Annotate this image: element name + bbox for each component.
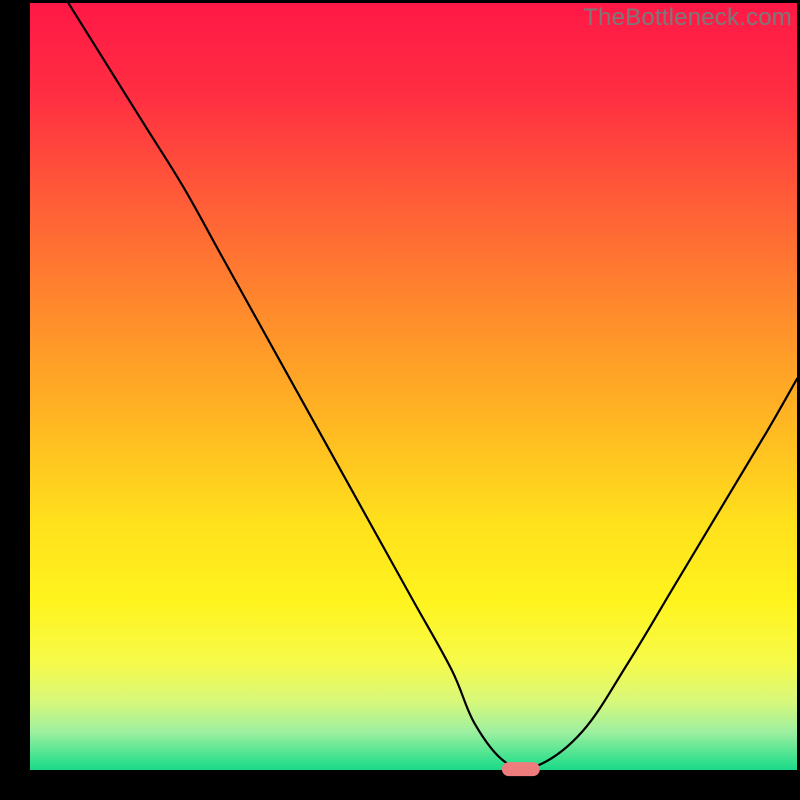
optimal-marker <box>502 762 540 776</box>
chart-container: TheBottleneck.com <box>0 0 800 800</box>
plot-background <box>30 3 797 770</box>
bottleneck-chart <box>0 0 800 800</box>
watermark-text: TheBottleneck.com <box>583 4 792 32</box>
